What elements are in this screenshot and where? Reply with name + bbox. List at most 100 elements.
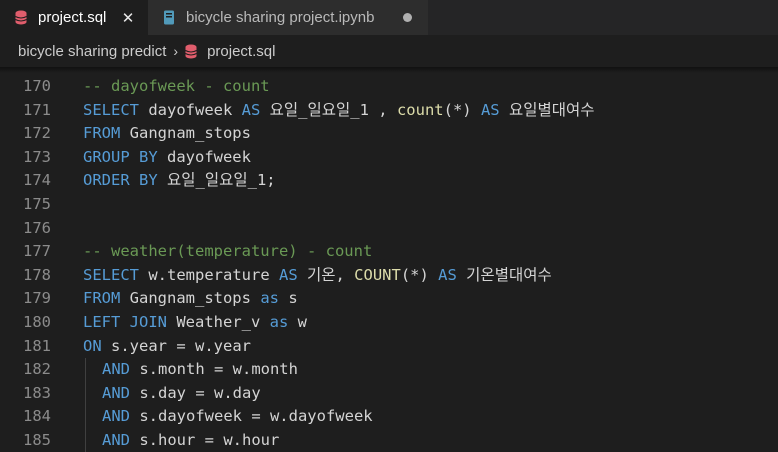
code-text: ON s.year = w.year: [83, 335, 251, 359]
sql-keyword: AS: [278, 265, 298, 284]
code-line[interactable]: 170 -- dayofweek - count: [0, 75, 778, 99]
indent-guide: [85, 405, 86, 429]
sql-token: s.hour = w.hour: [130, 430, 280, 449]
code-text: LEFT JOIN Weather_v as w: [83, 311, 307, 335]
code-text: FROM Gangnam_stops: [83, 122, 251, 146]
sql-keyword: FROM: [83, 124, 121, 143]
line-number: 178: [23, 265, 51, 284]
code-text: SELECT w.temperature AS 기온, COUNT(*) AS …: [83, 264, 552, 288]
code-text: -- weather(temperature) - count: [83, 240, 372, 264]
sql-token: s: [278, 289, 298, 308]
line-number: 176: [23, 218, 51, 237]
code-text: SELECT dayofweek AS 요일_일요일_1 , count(*) …: [83, 99, 595, 123]
sql-comment: -- dayofweek - count: [83, 77, 270, 95]
code-line[interactable]: 182 AND s.month = w.month: [0, 358, 778, 382]
code-text: -- dayofweek - count: [83, 75, 270, 99]
notebook-icon: [162, 10, 176, 26]
code-text: AND s.dayofweek = w.dayofweek: [102, 405, 373, 429]
sql-token: 요일_일요일_1 ,: [260, 100, 397, 119]
code-line[interactable]: 172 FROM Gangnam_stops: [0, 122, 778, 146]
sql-token: Weather_v: [167, 312, 270, 331]
sql-keyword: AS: [480, 100, 500, 119]
code-text: GROUP BY dayofweek: [83, 146, 251, 170]
sql-token: 요일_일요일_1;: [157, 171, 276, 190]
sql-token: dayofweek: [157, 147, 251, 166]
code-line[interactable]: 175: [0, 193, 778, 217]
sql-keyword: FROM: [83, 289, 121, 308]
tab-bar: project.sql ✕ bicycle sharing project.ip…: [0, 0, 778, 35]
scroll-shadow: [0, 67, 778, 73]
sql-token: 기온,: [297, 265, 355, 284]
sql-function: COUNT: [354, 265, 401, 284]
code-line[interactable]: 174 ORDER BY 요일_일요일_1;: [0, 169, 778, 193]
sql-token: s.dayofweek = w.dayofweek: [130, 407, 373, 426]
sql-keyword: AND: [102, 407, 130, 426]
sql-token: dayofweek: [139, 100, 242, 119]
sql-keyword: AS: [438, 265, 457, 284]
code-line[interactable]: 184 AND s.dayofweek = w.dayofweek: [0, 405, 778, 429]
sql-keyword: as: [269, 312, 289, 331]
sql-token: s.year = w.year: [101, 336, 251, 355]
line-number: 185: [23, 430, 51, 449]
sql-token: w: [288, 312, 307, 331]
line-number: 174: [23, 171, 51, 190]
code-line[interactable]: 179 FROM Gangnam_stops as s: [0, 287, 778, 311]
sql-token: 요일별대여수: [499, 100, 595, 119]
sql-token: (*): [400, 265, 439, 284]
code-line[interactable]: 181 ON s.year = w.year: [0, 335, 778, 359]
line-number: 170: [23, 77, 51, 95]
sql-keyword: ORDER BY: [83, 171, 158, 190]
line-number: 181: [23, 336, 51, 355]
sql-keyword: SELECT: [83, 100, 139, 119]
indent-guide: [85, 428, 86, 452]
sql-keyword: AND: [102, 430, 130, 449]
breadcrumb-file[interactable]: project.sql: [207, 43, 275, 60]
code-text: AND s.month = w.month: [102, 358, 298, 382]
breadcrumb-folder[interactable]: bicycle sharing predict: [18, 43, 166, 60]
line-number: 182: [23, 360, 51, 379]
code-line[interactable]: 173 GROUP BY dayofweek: [0, 146, 778, 170]
code-line[interactable]: 171 SELECT dayofweek AS 요일_일요일_1 , count(…: [0, 99, 778, 123]
code-line[interactable]: 178 SELECT w.temperature AS 기온, COUNT(*) …: [0, 264, 778, 288]
sql-keyword: ON: [83, 336, 102, 355]
sql-function: count: [396, 100, 444, 119]
sql-comment: -- weather(temperature) - count: [83, 242, 373, 261]
chevron-right-icon: ›: [173, 43, 179, 59]
line-number: 180: [23, 312, 51, 331]
line-number: 171: [23, 100, 51, 119]
code-line[interactable]: 183 AND s.day = w.day: [0, 381, 778, 406]
line-number: 183: [23, 383, 51, 402]
tab-label: bicycle sharing project.ipynb: [186, 9, 375, 26]
code-text: ORDER BY 요일_일요일_1;: [83, 169, 276, 193]
tab-bicycle-notebook[interactable]: bicycle sharing project.ipynb: [148, 0, 428, 35]
sql-token: w.temperature: [139, 265, 279, 284]
code-line[interactable]: 176: [0, 217, 778, 241]
sql-keyword: SELECT: [83, 265, 139, 284]
database-icon: [14, 10, 28, 26]
sql-token: Gangnam_stops: [120, 289, 261, 308]
indent-guide: [85, 381, 86, 406]
code-text: FROM Gangnam_stops as s: [83, 287, 298, 311]
sql-token: (*): [443, 100, 481, 119]
sql-keyword: as: [260, 289, 279, 308]
tab-label: project.sql: [38, 9, 107, 26]
sql-token: Gangnam_stops: [120, 124, 251, 143]
indent-guide: [85, 358, 86, 382]
sql-token: s.day = w.day: [130, 383, 261, 402]
code-line[interactable]: 185 AND s.hour = w.hour: [0, 428, 778, 452]
line-number: 175: [23, 194, 51, 213]
line-number: 172: [23, 124, 51, 143]
code-line[interactable]: 177 -- weather(temperature) - count: [0, 240, 778, 264]
unsaved-dot-icon[interactable]: [403, 13, 412, 22]
line-number: 173: [23, 147, 51, 166]
code-text: AND s.hour = w.hour: [102, 429, 279, 452]
sql-keyword: LEFT JOIN: [83, 312, 167, 331]
code-editor[interactable]: 170 -- dayofweek - count 171 SELECT dayofwe…: [0, 75, 778, 452]
sql-keyword: GROUP BY: [83, 147, 158, 166]
sql-keyword: AS: [241, 100, 261, 119]
database-icon: [185, 43, 199, 59]
code-line[interactable]: 180 LEFT JOIN Weather_v as w: [0, 311, 778, 335]
code-text: AND s.day = w.day: [102, 382, 261, 406]
tab-project-sql[interactable]: project.sql ✕: [0, 0, 148, 35]
close-icon[interactable]: ✕: [120, 9, 136, 27]
